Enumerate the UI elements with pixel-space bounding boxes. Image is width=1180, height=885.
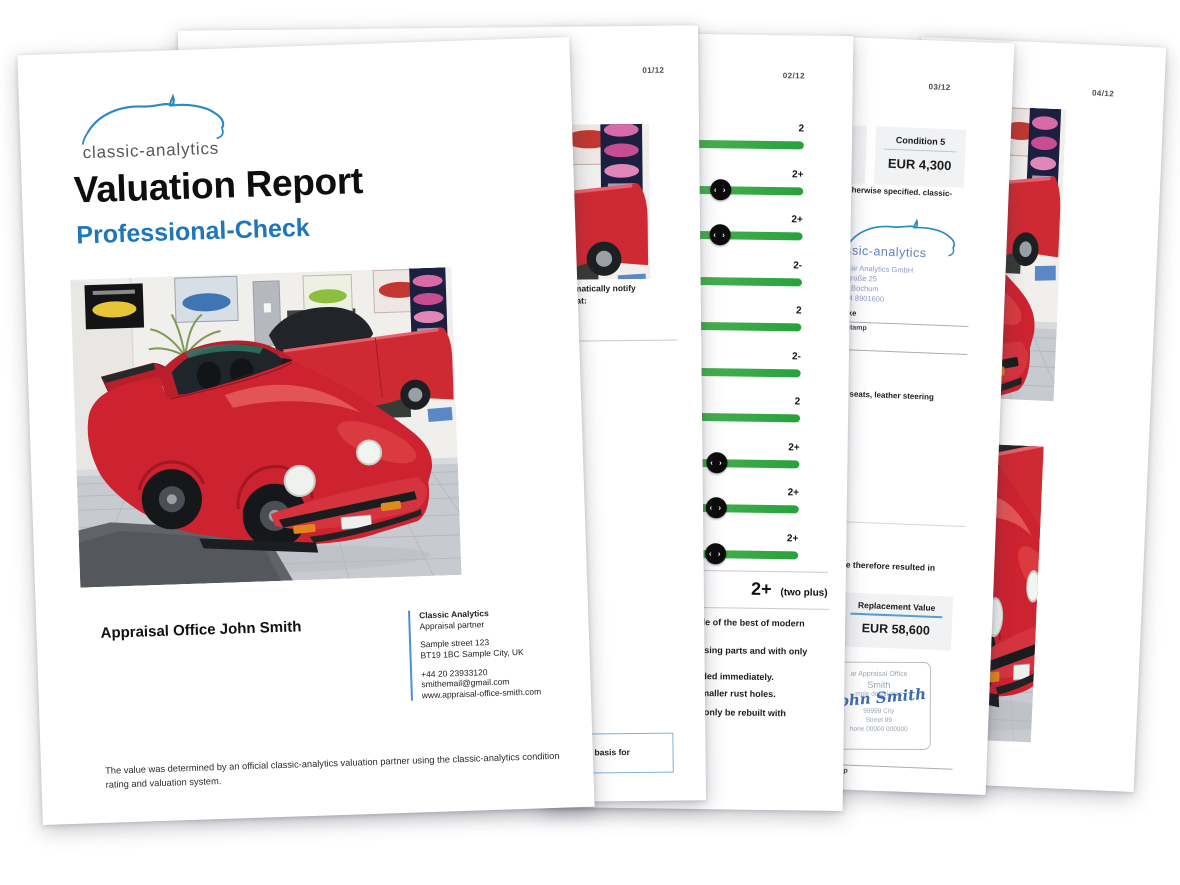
report-subtitle: Professional-Check [76,214,310,251]
replacement-value: EUR 58,600 [840,620,952,638]
report-cover-page: classic-analytics Valuation Report Profe… [17,37,594,825]
text-fragment: herwise specified. classic- [851,185,952,198]
logo-text: classic-analytics [82,139,219,164]
overall-rating-value: 2+ [751,579,772,599]
condition-value-box: Condition 5 EUR 4,300 [874,126,966,187]
condition-label: Condition 5 [875,134,965,147]
showroom-photo [70,267,462,587]
slider-handle-icon[interactable]: ‹ › [706,452,727,473]
text-fragment: smaller rust holes. [696,688,776,699]
signature-line [842,349,967,355]
condition-value: EUR 4,300 [874,155,965,173]
slider-handle-icon[interactable]: ‹ › [709,224,730,245]
overall-rating-label: (two plus) [780,587,827,599]
report-pages-composite: 04/12 03/12 Condition 5 EUR 4,300 herwis… [0,0,1180,885]
slider-handle-icon[interactable]: ‹ › [706,497,727,518]
company-address-fragment: 34 8901600 [844,293,884,305]
replacement-label: Replacement Value [841,599,953,613]
divider [836,521,966,527]
contact-block: Classic Analytics Appraisal partner Samp… [408,605,597,701]
slider-handle-icon[interactable]: ‹ › [705,543,726,564]
page-number: 04/12 [1069,88,1114,99]
appraisal-office-name: Appraisal Office John Smith [100,618,301,642]
accent-divider [850,613,942,618]
page-number: 02/12 [761,71,805,81]
text-fragment: ple of the best of modern [697,617,805,629]
footer-disclaimer: The value was determined by an official … [105,749,572,792]
text-fragment: issing parts and with only [697,645,808,657]
page-number: 01/12 [618,66,664,75]
divider [884,149,956,153]
slider-handle-icon[interactable]: ‹ › [710,179,731,200]
text-fragment: omatically notify [569,283,636,294]
text-fragment: n only be rebuilt with [696,707,786,718]
report-title: Valuation Report [73,160,363,212]
text-fragment: lue therefore resulted in [838,559,935,573]
replacement-value-box: Replacement Value EUR 58,600 [839,592,953,650]
text-fragment: s seats, leather steering [843,389,934,401]
condition-box-clipped [851,125,867,183]
logo-text: ssic-analytics [845,243,927,260]
text-fragment: eded immediately. [696,671,774,682]
page-number: 03/12 [905,81,950,92]
